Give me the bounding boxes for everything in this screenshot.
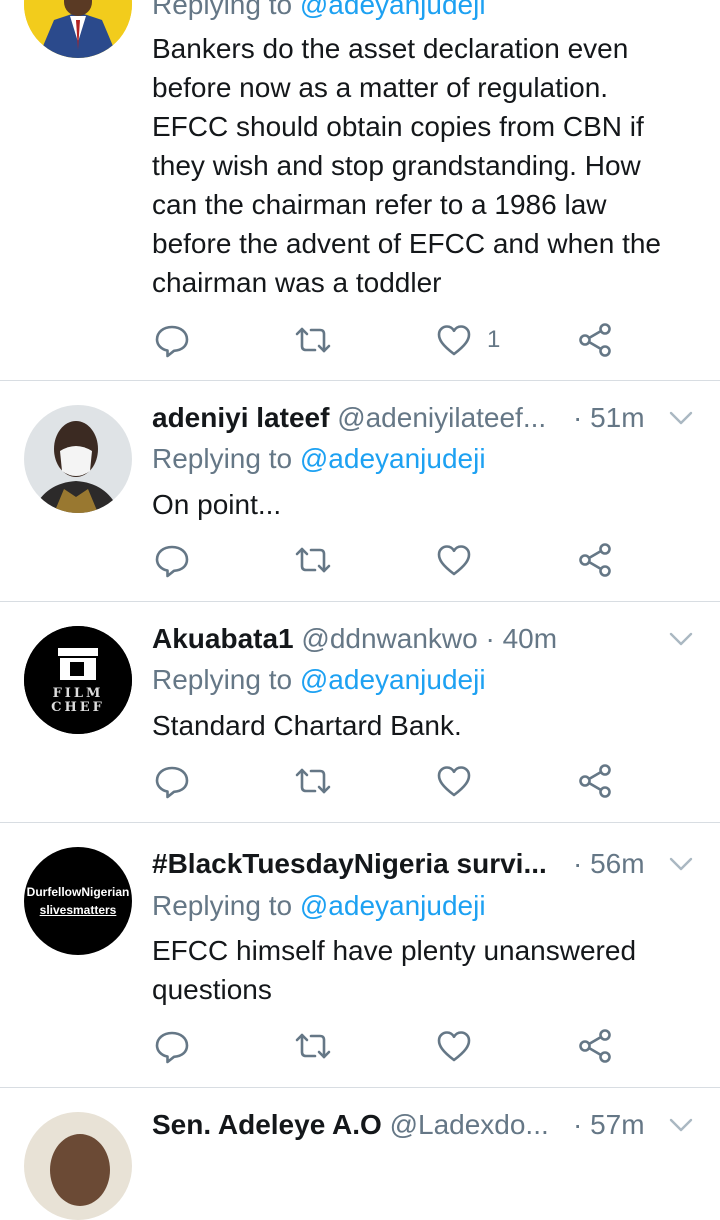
avatar[interactable] xyxy=(24,0,132,58)
reply-icon[interactable] xyxy=(152,320,192,360)
like-count: 1 xyxy=(487,326,501,353)
tweet-actions xyxy=(0,761,720,805)
replying-handle-link[interactable]: @adeyanjudeji xyxy=(300,890,486,921)
share-icon[interactable] xyxy=(575,320,615,360)
avatar[interactable] xyxy=(24,1112,132,1220)
tweet-time: · 51m xyxy=(573,401,645,435)
like-icon[interactable] xyxy=(434,761,474,801)
chevron-down-icon[interactable] xyxy=(668,1112,694,1138)
user-handle[interactable]: @Ladexdo... xyxy=(390,1109,549,1140)
tweet-4[interactable]: Sen. Adeleye A.O @Ladexdo... · 57m xyxy=(0,1088,720,1220)
retweet-icon[interactable] xyxy=(293,1026,333,1066)
tweet-text: On point... xyxy=(152,485,702,524)
text-line: Bankers do the asset declaration even xyxy=(152,33,629,64)
reply-icon[interactable] xyxy=(152,1026,192,1066)
replying-line: Replying to @adeyanjudeji xyxy=(152,442,486,476)
tweet-actions: 1 xyxy=(0,320,720,364)
tweet-text: Standard Chartard Bank. xyxy=(152,706,702,745)
replying-label: Replying to xyxy=(152,443,300,474)
retweet-icon[interactable] xyxy=(293,761,333,801)
like-icon[interactable] xyxy=(434,320,474,360)
replying-line: Replying to @adeyanjudeji xyxy=(152,889,486,923)
avatar-label: slivesmatters xyxy=(39,903,117,917)
replying-handle-link[interactable]: @adeyanjudeji xyxy=(300,664,486,695)
replying-label: Replying to xyxy=(152,664,300,695)
replying-label: Replying to xyxy=(152,0,300,20)
timestamp: · 57m xyxy=(573,1109,645,1140)
replying-handle-link[interactable]: @adeyanjudeji xyxy=(300,443,486,474)
avatar[interactable]: FILM CHEF xyxy=(24,626,132,734)
user-handle[interactable]: @ddnwankwo xyxy=(301,623,477,654)
tweet-header: Akuabata1 @ddnwankwo · 40m xyxy=(152,622,557,656)
user-handle[interactable]: @adeniyilateef... xyxy=(337,402,546,433)
tweet-3[interactable]: Durfellow​Nigerian slivesmatters #BlackT… xyxy=(0,823,720,1088)
retweet-icon[interactable] xyxy=(293,320,333,360)
tweet-text: EFCC himself have plenty unanswered ques… xyxy=(152,931,702,1009)
tweet-time: · 56m xyxy=(573,847,645,881)
tweet-header: adeniyi lateef @adeniyilateef... xyxy=(152,401,546,435)
text-line: before now as a matter of regulation. xyxy=(152,72,609,103)
reply-icon[interactable] xyxy=(152,540,192,580)
text-line: before the advent of EFCC and when the xyxy=(152,228,661,259)
chevron-down-icon[interactable] xyxy=(668,405,694,431)
tweet-actions xyxy=(0,540,720,584)
tweet-time: · 57m xyxy=(573,1108,645,1142)
display-name[interactable]: Sen. Adeleye A.O xyxy=(152,1109,382,1140)
display-name[interactable]: #BlackTuesdayNigeria survi... xyxy=(152,848,547,879)
tweet-header: #BlackTuesdayNigeria survi... xyxy=(152,847,547,881)
timestamp: · 56m xyxy=(573,848,645,879)
text-line: On point... xyxy=(152,489,282,520)
replying-line: Replying to @adeyanjudeji xyxy=(152,0,486,22)
replying-line: Replying to @adeyanjudeji xyxy=(152,663,486,697)
text-line: Standard Chartard Bank. xyxy=(152,710,462,741)
text-line: questions xyxy=(152,974,272,1005)
retweet-icon[interactable] xyxy=(293,540,333,580)
avatar-label: FILM xyxy=(52,686,104,701)
like-icon[interactable] xyxy=(434,540,474,580)
text-line: can the chairman refer to a 1986 law xyxy=(152,189,607,220)
reply-icon[interactable] xyxy=(152,761,192,801)
tweet-header: Sen. Adeleye A.O @Ladexdo... xyxy=(152,1108,549,1142)
share-icon[interactable] xyxy=(575,540,615,580)
tweet-2[interactable]: FILM CHEF Akuabata1 @ddnwankwo · 40m Rep… xyxy=(0,602,720,823)
text-line: they wish and stop grandstanding. How xyxy=(152,150,641,181)
chevron-down-icon[interactable] xyxy=(668,626,694,652)
share-icon[interactable] xyxy=(575,761,615,801)
chevron-down-icon[interactable] xyxy=(668,851,694,877)
share-icon[interactable] xyxy=(575,1026,615,1066)
avatar-label: Durfellow​Nigerian xyxy=(26,885,130,899)
like-icon[interactable] xyxy=(434,1026,474,1066)
timestamp: · 51m xyxy=(573,402,645,433)
avatar[interactable]: Durfellow​Nigerian slivesmatters xyxy=(24,847,132,955)
timestamp: · 40m xyxy=(485,623,558,654)
display-name[interactable]: adeniyi lateef xyxy=(152,402,329,433)
tweet-actions xyxy=(0,1026,720,1070)
text-line: EFCC himself have plenty unanswered xyxy=(152,935,637,966)
tweet-text: Bankers do the asset declaration even be… xyxy=(152,29,702,302)
avatar[interactable] xyxy=(24,405,132,513)
text-line: EFCC should obtain copies from CBN if xyxy=(152,111,644,142)
replying-handle-link[interactable]: @adeyanjudeji xyxy=(300,0,486,20)
avatar-label: CHEF xyxy=(51,700,105,715)
tweet-1[interactable]: adeniyi lateef @adeniyilateef... · 51m R… xyxy=(0,381,720,602)
display-name[interactable]: Akuabata1 xyxy=(152,623,294,654)
tweet-0[interactable]: Replying to @adeyanjudeji Bankers do the… xyxy=(0,0,720,381)
replying-label: Replying to xyxy=(152,890,300,921)
text-line: chairman was a toddler xyxy=(152,267,442,298)
